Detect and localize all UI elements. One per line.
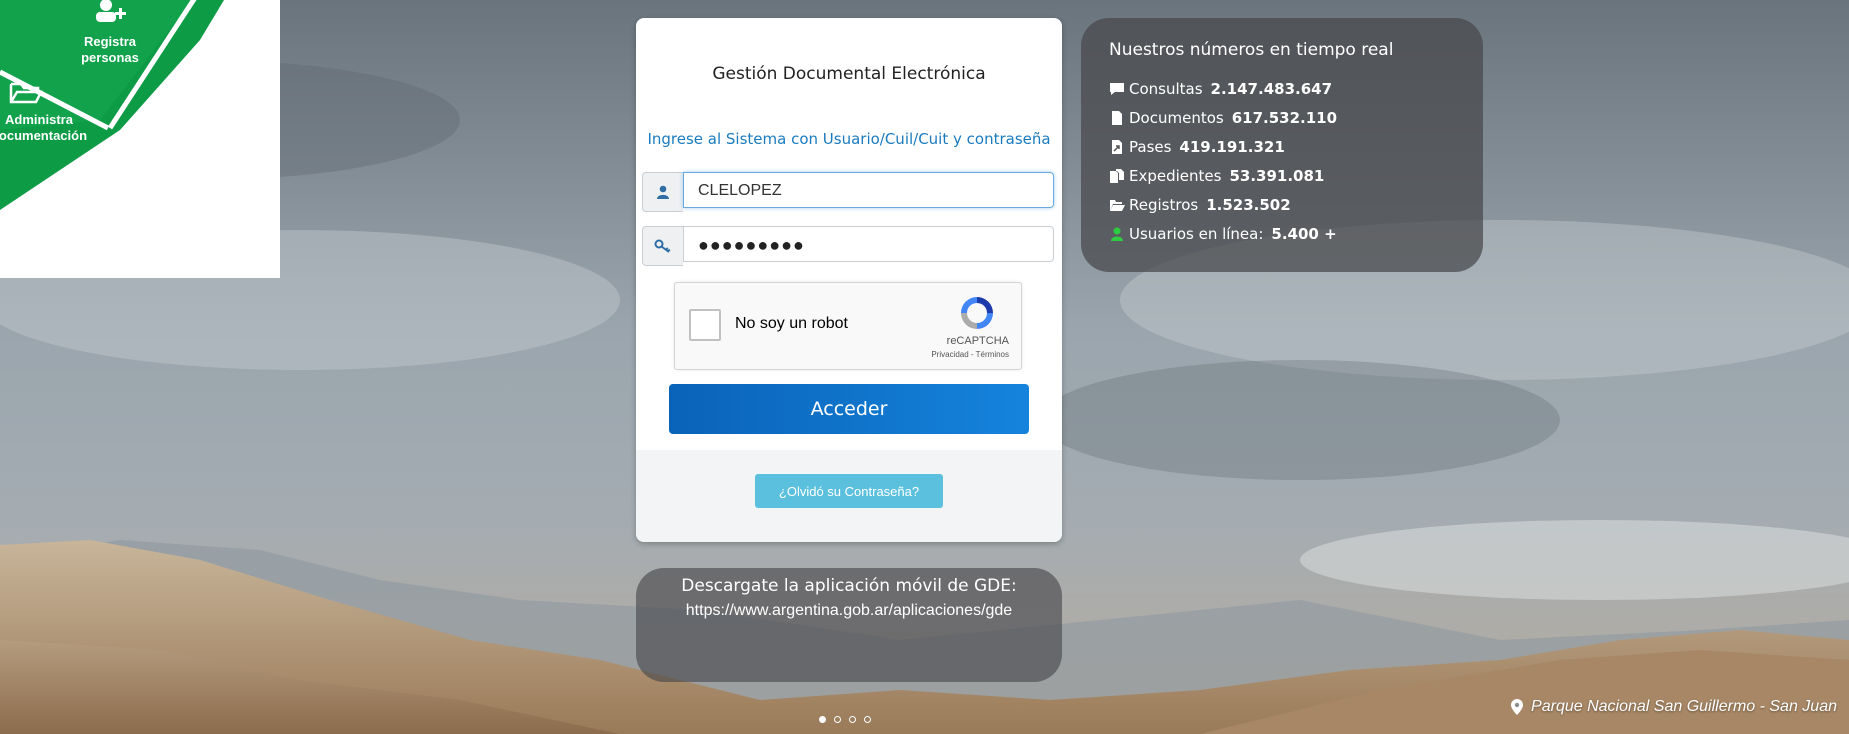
- stat-label: Expedientes: [1129, 167, 1222, 185]
- stats-title: Nuestros números en tiempo real: [1109, 40, 1394, 60]
- username-field: CLELOPEZ: [642, 172, 1056, 212]
- stat-label: Usuarios en línea:: [1129, 225, 1264, 243]
- recaptcha-widget: No soy un robot reCAPTCHA Privacidad - T…: [674, 282, 1022, 370]
- folder-open-icon: [1110, 200, 1125, 211]
- stat-pases: Pases 419.191.321: [1109, 138, 1285, 156]
- comment-icon: [1110, 83, 1124, 95]
- password-field: ●●●●●●●●●: [642, 226, 1056, 266]
- stat-value: 2.147.483.647: [1210, 80, 1333, 98]
- file-export-icon: [1112, 140, 1122, 154]
- stat-value: 1.523.502: [1206, 196, 1291, 214]
- stat-label: Pases: [1129, 138, 1172, 156]
- stat-documentos: Documentos 617.532.110: [1109, 109, 1337, 127]
- user-online-icon: [1111, 227, 1123, 241]
- login-button[interactable]: Acceder: [669, 384, 1029, 434]
- logo-label-registra: Registra personas: [81, 34, 139, 65]
- password-input[interactable]: ●●●●●●●●●: [683, 226, 1054, 262]
- carousel-indicators: [819, 716, 871, 723]
- forgot-password-button[interactable]: ¿Olvidó su Contraseña?: [755, 474, 943, 508]
- app-title: Gestión Documental Electrónica: [712, 64, 986, 84]
- recaptcha-brand: reCAPTCHA: [946, 335, 1009, 347]
- card-footer: ¿Olvidó su Contraseña?: [636, 450, 1062, 542]
- carousel-dot[interactable]: [849, 716, 856, 723]
- stat-value: 53.391.081: [1229, 167, 1325, 185]
- login-card: Gestión Documental Electrónica Ingrese a…: [636, 18, 1062, 542]
- key-icon: [642, 226, 683, 266]
- recaptcha-label: No soy un robot: [735, 315, 848, 332]
- stat-expedientes: Expedientes 53.391.081: [1109, 167, 1324, 185]
- stat-label: Registros: [1129, 196, 1199, 214]
- location-caption: Parque Nacional San Guillermo - San Juan: [1511, 698, 1837, 716]
- carousel-dot[interactable]: [819, 716, 826, 723]
- location-text: Parque Nacional San Guillermo - San Juan: [1531, 698, 1837, 715]
- app-download-text: Descargate la aplicación móvil de GDE:: [681, 576, 1017, 596]
- stats-panel: Nuestros números en tiempo real Consulta…: [1081, 18, 1483, 272]
- person-add-icon: [92, 0, 132, 24]
- carousel-dot[interactable]: [834, 716, 841, 723]
- stat-label: Consultas: [1129, 80, 1203, 98]
- recaptcha-checkbox[interactable]: [689, 309, 721, 341]
- carousel-dot[interactable]: [864, 716, 871, 723]
- stat-value: 617.532.110: [1231, 109, 1338, 127]
- logo-label-administra: Administra documentación: [0, 112, 88, 143]
- folder-open-icon: [8, 80, 44, 106]
- stat-usuarios: Usuarios en línea: 5.400 +: [1109, 225, 1337, 243]
- stat-value: 5.400 +: [1271, 225, 1337, 243]
- stat-consultas: Consultas 2.147.483.647: [1109, 80, 1332, 98]
- login-instructions: Ingrese al Sistema con Usuario/Cuil/Cuit…: [647, 130, 1051, 148]
- app-download-panel: Descargate la aplicación móvil de GDE: h…: [636, 568, 1062, 682]
- stat-label: Documentos: [1129, 109, 1224, 127]
- app-download-link[interactable]: https://www.argentina.gob.ar/aplicacione…: [636, 602, 1062, 620]
- stat-value: 419.191.321: [1179, 138, 1285, 156]
- password-mask: ●●●●●●●●●: [698, 235, 805, 255]
- recaptcha-privacy-links[interactable]: Privacidad - Términos: [931, 350, 1009, 359]
- map-marker-icon: [1511, 699, 1524, 715]
- user-icon: [642, 172, 683, 212]
- recaptcha-logo-icon: [957, 293, 997, 333]
- file-icon: [1112, 111, 1122, 125]
- stat-registros: Registros 1.523.502: [1109, 196, 1291, 214]
- gde-logo: Registra personas Administra documentaci…: [0, 0, 280, 278]
- username-input[interactable]: CLELOPEZ: [683, 172, 1054, 208]
- files-icon: [1110, 169, 1124, 183]
